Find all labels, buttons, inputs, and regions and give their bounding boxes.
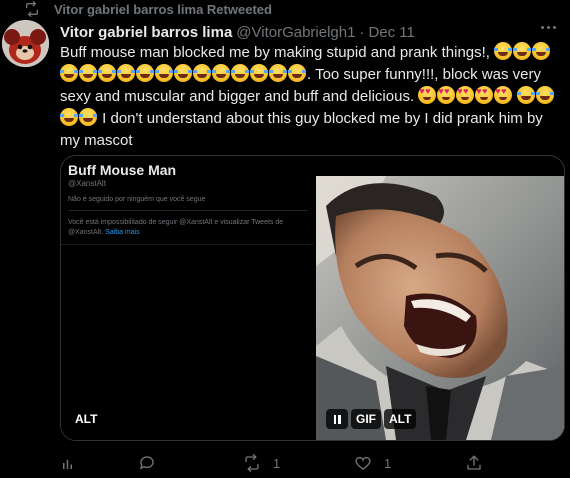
alt-badge-left[interactable]: ALT: [69, 409, 103, 429]
retweet-button[interactable]: 1: [243, 454, 280, 472]
screenshot-blocked-notice: Você está impossibilitado de seguir @Xan…: [68, 218, 308, 238]
joy-emoji: [250, 64, 268, 82]
heart-icon: [355, 456, 371, 470]
screenshot-profile-handle: @XanstAlt: [68, 179, 106, 188]
joy-emoji: [494, 42, 513, 60]
screenshot-divider: [68, 210, 308, 211]
share-icon: [467, 455, 481, 470]
joy-emoji: [117, 64, 135, 82]
screenshot-profile-name: Buff Mouse Man: [68, 162, 177, 178]
pause-icon[interactable]: [326, 409, 348, 429]
author-handle[interactable]: @VitorGabrielgh1: [236, 24, 355, 41]
emoji-run-heart-eyes: [418, 86, 513, 105]
reply-icon: [139, 456, 154, 470]
screenshot-learn-more-link: Saiba mais: [105, 229, 140, 236]
share-button[interactable]: [465, 454, 483, 472]
header-separator: ·: [359, 24, 365, 41]
like-button[interactable]: 1: [354, 454, 391, 472]
retweet-banner: Vitor gabriel barros lima Retweeted: [24, 0, 272, 18]
tweet-text-part1: Buff mouse man blocked me by making stup…: [60, 44, 495, 61]
heart-eyes-emoji: [456, 86, 475, 104]
more-options-icon[interactable]: [541, 26, 556, 29]
joy-emoji: [60, 64, 78, 82]
joy-emoji: [269, 64, 287, 82]
laughing-man-gif[interactable]: [316, 176, 564, 440]
gif-controls: GIF ALT: [326, 409, 417, 429]
joy-emoji: [98, 64, 116, 82]
joy-emoji: [174, 64, 192, 82]
tweet-header: Vitor gabriel barros lima @VitorGabrielg…: [60, 24, 415, 41]
profile-screenshot-image[interactable]: Buff Mouse Man @XanstAlt Não é seguido p…: [61, 156, 314, 440]
views-button[interactable]: [60, 454, 78, 472]
tweet-date[interactable]: Dec 11: [368, 24, 414, 41]
reply-button[interactable]: [138, 454, 156, 472]
gif-badge: GIF: [351, 409, 381, 429]
joy-emoji: [79, 108, 97, 126]
heart-eyes-emoji: [418, 86, 437, 104]
media-card[interactable]: Buff Mouse Man @XanstAlt Não é seguido p…: [60, 155, 565, 441]
heart-eyes-emoji: [437, 86, 456, 104]
author-name[interactable]: Vitor gabriel barros lima: [60, 24, 232, 41]
screenshot-blocked-text: Você está impossibilitado de seguir @Xan…: [68, 219, 284, 236]
tweet-actions: 1 1: [60, 454, 540, 474]
joy-emoji: [231, 64, 249, 82]
joy-emoji: [536, 86, 555, 104]
retweet-icon: [26, 1, 38, 17]
avatar[interactable]: [2, 20, 49, 67]
heart-eyes-emoji: [494, 86, 513, 104]
alt-badge-right[interactable]: ALT: [384, 409, 417, 429]
retweet-banner-text[interactable]: Vitor gabriel barros lima Retweeted: [54, 2, 272, 17]
joy-emoji: [155, 64, 173, 82]
joy-emoji: [79, 64, 97, 82]
tweet-text-part3: I don't understand about this guy blocke…: [60, 110, 543, 149]
joy-emoji: [288, 64, 306, 82]
joy-emoji: [212, 64, 230, 82]
joy-emoji: [532, 42, 551, 60]
retweet-count: 1: [273, 455, 281, 471]
analytics-icon: [63, 460, 72, 469]
tweet-text: Buff mouse man blocked me by making stup…: [60, 42, 565, 152]
joy-emoji: [193, 64, 211, 82]
joy-emoji: [517, 86, 536, 104]
joy-emoji: [513, 42, 532, 60]
retweet-icon: [245, 454, 259, 472]
joy-emoji: [136, 64, 154, 82]
screenshot-follow-status: Não é seguido por ninguém que você segue: [68, 196, 206, 203]
like-count: 1: [384, 455, 392, 471]
joy-emoji: [60, 108, 78, 126]
heart-eyes-emoji: [475, 86, 494, 104]
